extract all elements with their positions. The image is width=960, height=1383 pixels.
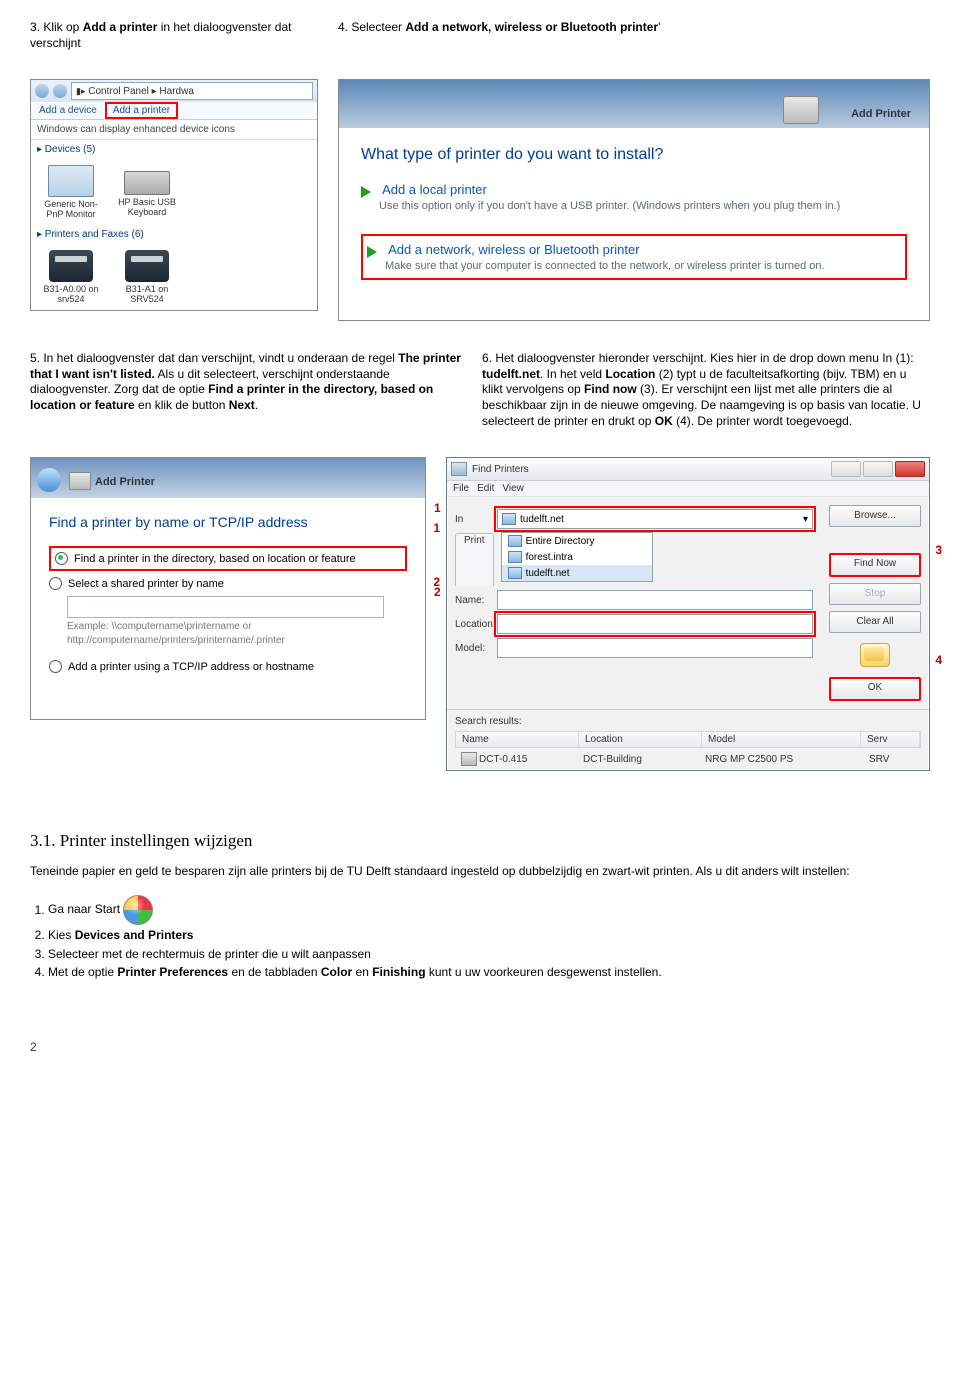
field-in: In tudelft.net ▾ bbox=[455, 509, 813, 529]
step6-text: 6. Het dialoogvenster hieronder verschij… bbox=[482, 351, 930, 429]
radio-shared-printer: Select a shared printer by name bbox=[49, 577, 407, 590]
step5-text: 5. In het dialoogvenster dat dan verschi… bbox=[30, 351, 462, 413]
results-row: DCT-0.415 DCT-Building NRG MP C2500 PS S… bbox=[455, 748, 921, 770]
dialog-title: What type of printer do you want to inst… bbox=[361, 146, 907, 164]
step-item: Met de optie Printer Preferences en de t… bbox=[48, 964, 930, 980]
callout-2: 2 bbox=[434, 585, 441, 599]
directory-icon bbox=[508, 551, 522, 563]
step-item: Ga naar Start bbox=[48, 895, 930, 925]
option-local-printer: Add a local printer Use this option only… bbox=[361, 182, 907, 212]
key-icon bbox=[860, 643, 890, 667]
window-icon bbox=[451, 462, 467, 476]
find-now-button: Find Now bbox=[829, 553, 921, 577]
arrow-icon bbox=[361, 186, 371, 198]
step4-text: 4. Selecteer Add a network, wireless or … bbox=[338, 20, 930, 36]
windows-start-icon bbox=[123, 895, 153, 925]
hint-text: Windows can display enhanced device icon… bbox=[31, 120, 317, 140]
tab-add-printer: Add a printer bbox=[105, 102, 178, 119]
printer-2: B31-A1 on SRV524 bbox=[117, 250, 177, 304]
dialog-header: Add Printer bbox=[851, 108, 911, 120]
shared-printer-input bbox=[67, 596, 384, 618]
screenshot-find-printers-dialog: Find Printers FileEditView In bbox=[446, 457, 930, 771]
dialog-title: Find a printer by name or TCP/IP address bbox=[49, 514, 407, 530]
printers-section: ▸ Printers and Faxes (6) bbox=[31, 225, 317, 244]
tab-add-device: Add a device bbox=[31, 102, 105, 119]
screenshot-devices: ▮▸ Control Panel ▸ Hardwa Add a device A… bbox=[30, 79, 318, 311]
steps-list: Ga naar Start Kies Devices and Printers … bbox=[48, 895, 930, 980]
clear-all-button: Clear All bbox=[829, 611, 921, 633]
devices-section: ▸ Devices (5) bbox=[31, 140, 317, 159]
radio-icon bbox=[49, 577, 62, 590]
device-monitor: Generic Non-PnP Monitor bbox=[41, 165, 101, 219]
page-number: 2 bbox=[30, 1040, 930, 1054]
field-model: Model: bbox=[455, 638, 813, 658]
printer-1: B31-A0.00 on srv524 bbox=[41, 250, 101, 304]
radio-icon bbox=[55, 552, 68, 565]
field-name: Name: bbox=[455, 590, 813, 610]
callout-3: 3 bbox=[935, 543, 942, 557]
screenshot-add-printer-type: Add Printer What type of printer do you … bbox=[338, 79, 930, 321]
printer-icon bbox=[125, 250, 169, 282]
close-icon bbox=[895, 461, 925, 477]
results-label: Search results: bbox=[455, 716, 921, 727]
option-network-printer: Add a network, wireless or Bluetooth pri… bbox=[361, 234, 907, 280]
callout-1: 1 bbox=[434, 501, 441, 515]
section-3-1-intro: Teneinde papier en geld te besparen zijn… bbox=[30, 863, 930, 879]
step-item: Kies Devices and Printers bbox=[48, 927, 930, 943]
callout-4: 4 bbox=[935, 653, 942, 667]
breadcrumb: ▮▸ Control Panel ▸ Hardwa bbox=[71, 82, 313, 100]
ok-button: OK bbox=[829, 677, 921, 701]
screenshot-find-printer: Add Printer Find a printer by name or TC… bbox=[30, 457, 426, 720]
directory-icon bbox=[502, 513, 516, 525]
nav-back-icon bbox=[35, 84, 49, 98]
directory-icon bbox=[508, 535, 522, 547]
radio-icon bbox=[49, 660, 62, 673]
printer-icon bbox=[783, 96, 819, 124]
device-keyboard: HP Basic USB Keyboard bbox=[117, 165, 177, 219]
tab-printers: Print bbox=[455, 533, 494, 586]
step-item: Selecteer met de rechtermuis de printer … bbox=[48, 946, 930, 962]
section-3-1-title: 3.1. Printer instellingen wijzigen bbox=[30, 831, 930, 851]
minimize-icon bbox=[831, 461, 861, 477]
back-icon bbox=[37, 468, 61, 492]
maximize-icon bbox=[863, 461, 893, 477]
printer-icon bbox=[49, 250, 93, 282]
keyboard-icon bbox=[124, 171, 170, 195]
menu-bar: FileEditView bbox=[447, 481, 929, 497]
field-location: Location: bbox=[455, 614, 813, 634]
printer-icon bbox=[69, 472, 91, 490]
example-text: Example: \\computername\printername or h… bbox=[67, 620, 407, 648]
radio-tcpip: Add a printer using a TCP/IP address or … bbox=[49, 660, 407, 673]
browse-button: Browse... bbox=[829, 505, 921, 527]
printer-icon bbox=[461, 752, 477, 766]
dropdown-in: Entire Directory forest.intra tudelft.ne… bbox=[501, 532, 653, 582]
window-title: Find Printers bbox=[472, 464, 529, 475]
nav-fwd-icon bbox=[53, 84, 67, 98]
arrow-icon bbox=[367, 246, 377, 258]
stop-button: Stop bbox=[829, 583, 921, 605]
dialog-header: Add Printer bbox=[95, 476, 155, 488]
results-header: Name Location Model Serv bbox=[455, 731, 921, 748]
monitor-icon bbox=[48, 165, 94, 197]
directory-icon bbox=[508, 567, 522, 579]
step3-text: 3. Klik op Add a printer in het dialoogv… bbox=[30, 20, 318, 51]
callout-1: 1 bbox=[433, 521, 440, 535]
radio-find-directory: Find a printer in the directory, based o… bbox=[49, 546, 407, 571]
